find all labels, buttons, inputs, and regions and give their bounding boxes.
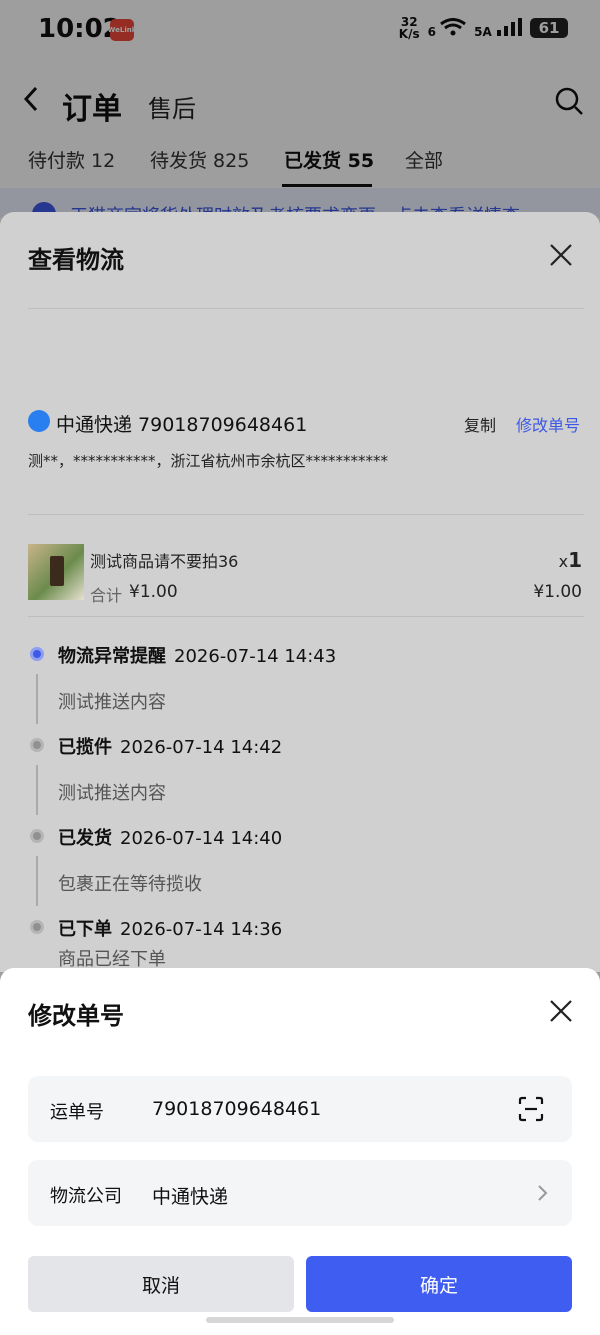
company-label: 物流公司	[50, 1186, 122, 1207]
event-time: 2026-07-14 14:43	[174, 646, 337, 667]
qty-value: 1	[568, 548, 582, 572]
copy-button[interactable]: 复制	[464, 412, 496, 436]
event-time: 2026-07-14 14:36	[120, 919, 283, 940]
product-name: 测试商品请不要拍36	[90, 552, 239, 571]
timeline-title: 已下单 2026-07-14 14:36	[58, 915, 282, 941]
cancel-button[interactable]: 取消	[28, 1256, 294, 1312]
logistics-sheet: 查看物流 中通快递 79018709648461 复制 修改单号 测**，***…	[0, 212, 600, 972]
divider	[28, 514, 584, 515]
chevron-right-icon	[538, 1185, 548, 1201]
event-title: 已揽件	[58, 737, 112, 758]
company-value[interactable]: 中通快递	[152, 1182, 228, 1209]
product-price: ¥1.00	[533, 582, 582, 602]
event-time: 2026-07-14 14:42	[120, 737, 283, 758]
timeline-line	[36, 674, 38, 724]
confirm-button[interactable]: 确定	[306, 1256, 572, 1312]
modify-tracking-sheet: 修改单号 运单号 79018709648461 物流公司 中通快递 取消 确定	[0, 968, 600, 1335]
timeline-title: 已发货 2026-07-14 14:40	[58, 824, 282, 850]
home-indicator[interactable]	[206, 1317, 394, 1323]
event-desc: 包裹正在等待揽收	[58, 874, 202, 895]
timeline-dot	[30, 829, 44, 843]
recipient-address: 测**，***********，浙江省杭州市余杭区***********	[28, 452, 389, 470]
event-desc: 测试推送内容	[58, 692, 166, 713]
event-title: 物流异常提醒	[58, 646, 166, 667]
logistics-title: 查看物流	[28, 246, 124, 274]
event-title: 已发货	[58, 828, 112, 849]
close-icon[interactable]	[548, 998, 574, 1024]
timeline-line	[36, 856, 38, 906]
scan-icon[interactable]	[518, 1096, 544, 1122]
timeline-dot	[30, 738, 44, 752]
total-value: ¥1.00	[129, 582, 178, 602]
modify-title: 修改单号	[28, 1002, 124, 1030]
tracking-input[interactable]: 79018709648461	[152, 1098, 321, 1120]
event-desc: 测试推送内容	[58, 783, 166, 804]
divider	[28, 308, 584, 309]
modify-tracking-link[interactable]: 修改单号	[516, 412, 580, 436]
timeline-dot	[30, 920, 44, 934]
qty-prefix: x	[558, 552, 569, 571]
timeline-line	[36, 765, 38, 815]
tracking-label: 运单号	[50, 1102, 104, 1123]
timeline-dot	[30, 647, 44, 661]
product-quantity: x1	[559, 548, 582, 572]
logistics-company-field[interactable]: 物流公司 中通快递	[28, 1160, 572, 1226]
zto-logo-icon	[28, 410, 50, 432]
tracking-number-field[interactable]: 运单号 79018709648461	[28, 1076, 572, 1142]
total-label: 合计	[90, 586, 123, 605]
event-title: 已下单	[58, 919, 112, 940]
carrier-tracking: 中通快递 79018709648461	[56, 414, 308, 436]
event-time: 2026-07-14 14:40	[120, 828, 283, 849]
product-thumbnail	[28, 544, 84, 600]
divider	[28, 616, 584, 617]
close-icon[interactable]	[548, 242, 574, 268]
timeline-title: 已揽件 2026-07-14 14:42	[58, 733, 282, 759]
timeline-title: 物流异常提醒 2026-07-14 14:43	[58, 642, 336, 668]
